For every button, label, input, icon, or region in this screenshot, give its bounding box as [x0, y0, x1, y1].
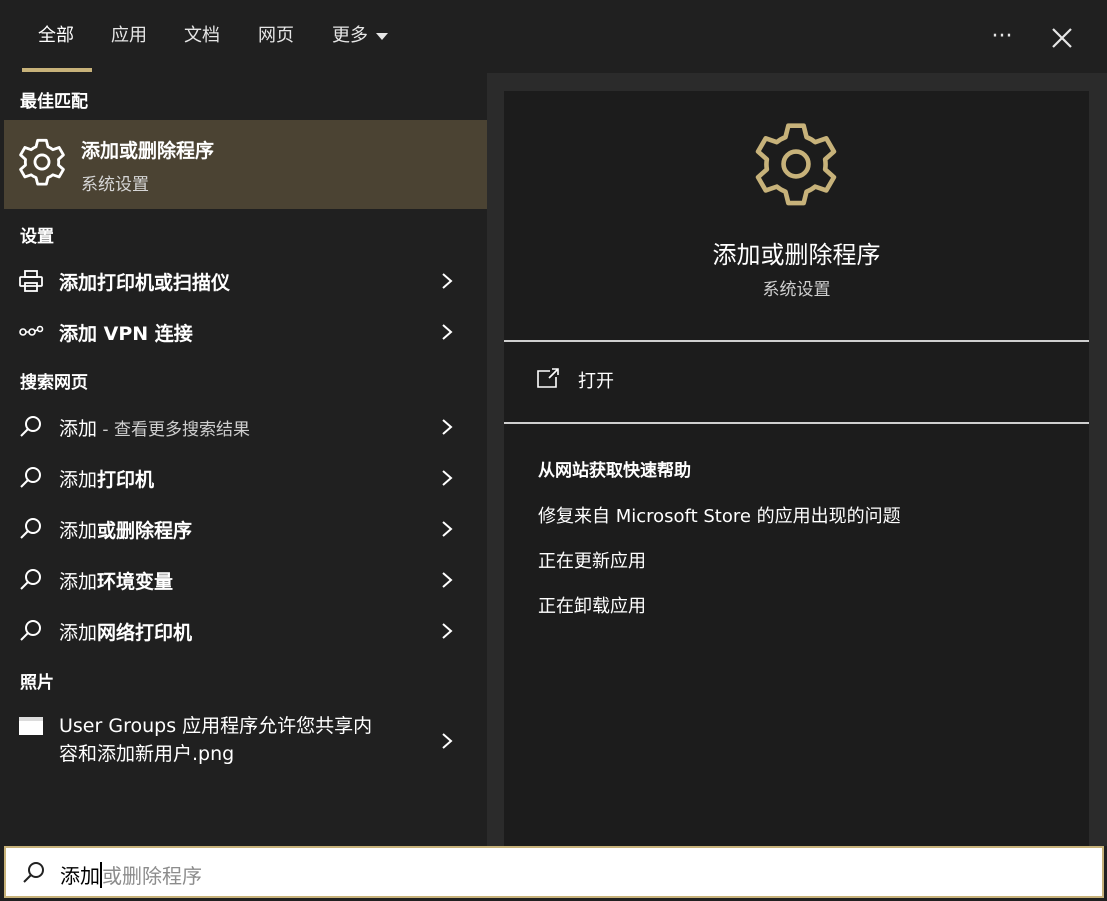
- chevron-right-icon: [442, 521, 453, 537]
- photo-item-line1: User Groups 应用程序允许您共享内: [59, 715, 373, 737]
- image-icon: [19, 717, 43, 735]
- active-tab-indicator: [22, 68, 92, 72]
- web-item-label: 添加网络打印机: [59, 622, 193, 644]
- tab-apps[interactable]: 应用: [111, 22, 147, 52]
- gear-icon: [19, 138, 65, 186]
- web-item-label: 添加环境变量: [59, 571, 174, 593]
- best-match-subtitle: 系统设置: [81, 175, 149, 195]
- settings-item-label: 添加打印机或扫描仪: [59, 272, 231, 294]
- help-link[interactable]: 正在更新应用: [538, 547, 646, 573]
- best-match-title: 添加或删除程序: [81, 140, 215, 162]
- detail-card: 添加或删除程序 系统设置 打开 从网站获取快速帮助 修复来自 Microsoft…: [504, 91, 1089, 846]
- printer-icon: [19, 270, 43, 292]
- tab-web[interactable]: 网页: [258, 22, 294, 52]
- chevron-right-icon: [442, 470, 453, 486]
- close-button[interactable]: [1044, 20, 1080, 56]
- search-icon: [20, 569, 41, 590]
- search-icon: [20, 467, 41, 488]
- help-link[interactable]: 正在卸载应用: [538, 592, 646, 618]
- web-item-add-remove[interactable]: 添加或删除程序: [4, 506, 487, 552]
- tab-documents[interactable]: 文档: [184, 22, 220, 52]
- help-title: 从网站获取快速帮助: [538, 461, 691, 481]
- search-icon: [23, 862, 44, 883]
- section-web-search: 搜索网页: [20, 373, 88, 393]
- close-icon: [1052, 28, 1072, 48]
- results-panel: 最佳匹配 添加或删除程序 系统设置 设置 添加打印机或扫描仪 添加 VPN 连接…: [0, 73, 487, 846]
- vpn-icon: [19, 325, 44, 336]
- section-photos: 照片: [20, 673, 54, 693]
- search-box[interactable]: 添加 或删除程序: [4, 846, 1104, 898]
- tab-all[interactable]: 全部: [38, 22, 74, 52]
- web-item-more-results[interactable]: 添加 - 查看更多搜索结果: [4, 404, 487, 450]
- search-icon: [20, 620, 41, 641]
- chevron-right-icon: [442, 419, 453, 435]
- settings-item-label: 添加 VPN 连接: [59, 323, 193, 345]
- open-label: 打开: [578, 371, 614, 392]
- gear-icon: [755, 123, 837, 206]
- search-icon: [20, 518, 41, 539]
- search-window: 全部 应用 文档 网页 更多 ··· 最佳匹配 添加或删除程序 系统设置 设置 …: [0, 0, 1107, 901]
- chevron-right-icon: [442, 324, 453, 340]
- web-item-network-printer[interactable]: 添加网络打印机: [4, 608, 487, 654]
- caret-down-icon: [376, 32, 388, 40]
- more-options-button[interactable]: ···: [984, 20, 1020, 56]
- divider: [504, 340, 1089, 342]
- web-item-label: 添加或删除程序: [59, 520, 193, 542]
- photo-item-line2: 容和添加新用户.png: [59, 743, 235, 765]
- section-best-match: 最佳匹配: [20, 92, 88, 112]
- help-link[interactable]: 修复来自 Microsoft Store 的应用出现的问题: [538, 502, 901, 528]
- divider: [504, 422, 1089, 424]
- web-item-label: 添加 - 查看更多搜索结果: [59, 418, 250, 440]
- web-item-env-vars[interactable]: 添加环境变量: [4, 557, 487, 603]
- tab-more[interactable]: 更多: [332, 22, 388, 52]
- tab-more-label: 更多: [332, 25, 368, 46]
- chevron-right-icon: [442, 273, 453, 289]
- chevron-right-icon: [442, 733, 453, 749]
- detail-panel: 添加或删除程序 系统设置 打开 从网站获取快速帮助 修复来自 Microsoft…: [487, 73, 1107, 846]
- detail-title: 添加或删除程序: [712, 241, 881, 269]
- tab-bar: 全部 应用 文档 网页 更多 ···: [0, 0, 1107, 73]
- web-item-printer[interactable]: 添加打印机: [4, 455, 487, 501]
- chevron-right-icon: [442, 572, 453, 588]
- web-item-label: 添加打印机: [59, 469, 155, 491]
- settings-item-vpn[interactable]: 添加 VPN 连接: [4, 309, 487, 355]
- chevron-right-icon: [442, 623, 453, 639]
- best-match-item[interactable]: 添加或删除程序 系统设置: [4, 120, 487, 209]
- section-settings: 设置: [20, 227, 54, 247]
- settings-item-printer[interactable]: 添加打印机或扫描仪: [4, 258, 487, 304]
- open-external-icon: [537, 368, 559, 388]
- detail-subtitle: 系统设置: [762, 280, 831, 300]
- search-icon: [20, 416, 41, 437]
- photo-item[interactable]: User Groups 应用程序允许您共享内 容和添加新用户.png: [4, 705, 487, 775]
